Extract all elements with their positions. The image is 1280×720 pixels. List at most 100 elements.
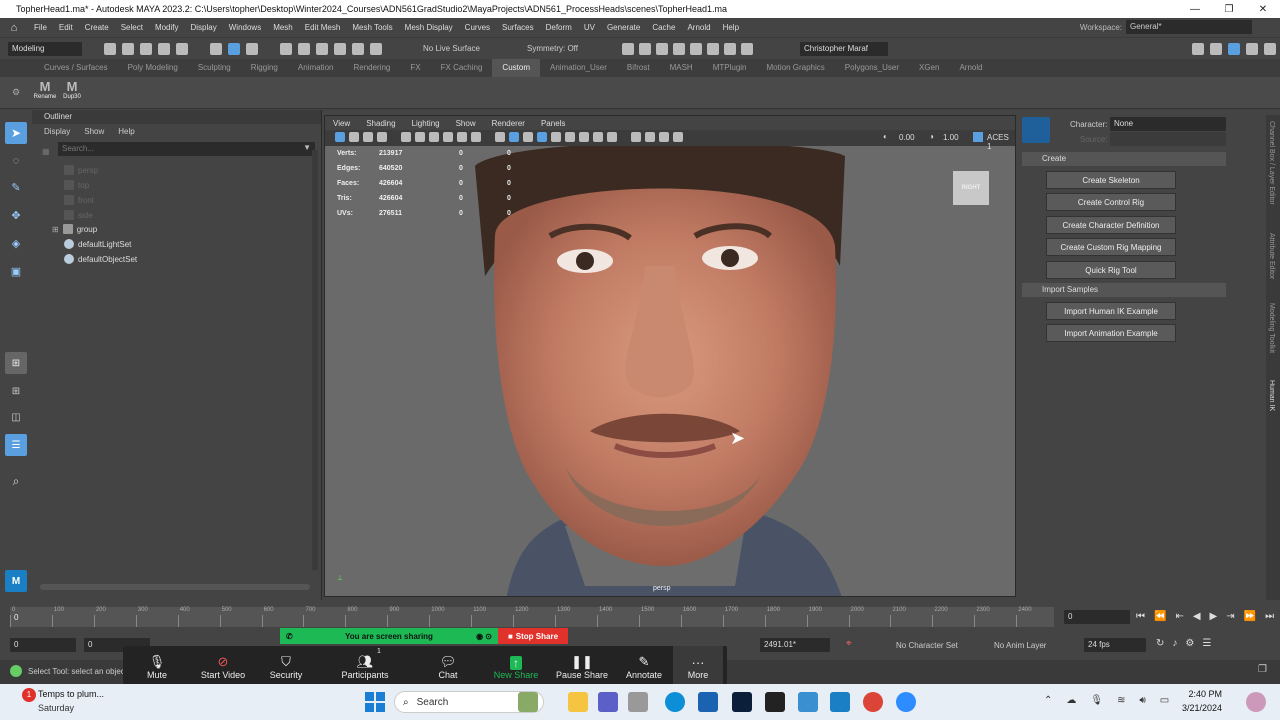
character-dropdown[interactable]: None — [1110, 117, 1226, 131]
clock-time[interactable]: 2:40 PM — [1182, 689, 1222, 699]
character-set-dropdown[interactable]: No Character Set — [896, 641, 958, 650]
outliner-item-side[interactable]: side — [64, 210, 93, 220]
wireframe-icon[interactable] — [495, 132, 505, 142]
step-back-key-icon[interactable]: ⏪ — [1154, 611, 1166, 622]
go-to-start-icon[interactable]: ⏮ — [1136, 611, 1145, 622]
select-hierarchy-icon[interactable] — [210, 43, 222, 55]
outliner-menu-display[interactable]: Display — [44, 124, 70, 140]
ipr-render-icon[interactable] — [639, 43, 651, 55]
arnold-render-icon[interactable] — [707, 43, 719, 55]
chrome-icon[interactable] — [863, 692, 883, 712]
shelf-tab[interactable]: Sculpting — [188, 59, 241, 77]
import-human-ik-example-button[interactable]: Import Human IK Example — [1046, 302, 1176, 320]
shelf-tab[interactable]: FX — [400, 59, 430, 77]
stop-share-button[interactable]: ■ Stop Share — [498, 628, 568, 644]
import-samples-section-header[interactable]: Import Samples — [1022, 283, 1226, 297]
tool-settings-icon[interactable] — [1246, 43, 1258, 55]
close-button[interactable]: ✕ — [1246, 0, 1280, 18]
weather-title[interactable]: Temps to plum... — [38, 689, 104, 699]
hypershade-icon[interactable] — [673, 43, 685, 55]
create-custom-rig-mapping-button[interactable]: Create Custom Rig Mapping — [1046, 238, 1176, 256]
anti-aliasing-icon[interactable] — [607, 132, 617, 142]
store-icon[interactable] — [798, 692, 818, 712]
home-icon[interactable]: ⌂ — [6, 22, 22, 34]
file-explorer-icon[interactable] — [568, 692, 588, 712]
shelf-tab[interactable]: Motion Graphics — [757, 59, 835, 77]
shelf-tab[interactable]: MTPlugin — [703, 59, 757, 77]
create-section-header[interactable]: Create — [1022, 152, 1226, 166]
outliner-item-defaultlightset[interactable]: defaultLightSet — [64, 239, 131, 249]
two-pane-layout-button[interactable]: ◫ — [5, 406, 27, 428]
shelf-tab[interactable]: Rigging — [241, 59, 288, 77]
outliner-item-top[interactable]: top — [64, 180, 89, 190]
source-dropdown[interactable] — [1110, 132, 1226, 146]
viewport-menu-view[interactable]: View — [333, 119, 350, 128]
single-pane-layout-button[interactable]: ⊞ — [5, 352, 27, 374]
more-button[interactable]: ··· More — [673, 646, 723, 684]
clock-date[interactable]: 3/21/2024 — [1172, 703, 1222, 713]
user-icon[interactable] — [1264, 43, 1276, 55]
gate-mask-icon[interactable] — [443, 132, 453, 142]
shelf-tab[interactable]: Rendering — [343, 59, 400, 77]
outliner-vertical-scrollbar[interactable] — [312, 150, 318, 570]
chevron-down-icon[interactable]: ▼ — [303, 143, 311, 152]
menu-file[interactable]: File — [28, 23, 53, 32]
step-back-frame-icon[interactable]: ⇤ — [1175, 611, 1183, 622]
wifi-icon[interactable]: ≋ — [1117, 695, 1125, 706]
snap-view-icon[interactable] — [334, 43, 346, 55]
menu-mesh-display[interactable]: Mesh Display — [399, 23, 459, 32]
menu-modify[interactable]: Modify — [149, 23, 185, 32]
render-view-icon[interactable] — [690, 43, 702, 55]
dup30-shelf-button[interactable]: M Dup30 — [59, 80, 85, 101]
render-settings-icon[interactable] — [656, 43, 668, 55]
menu-surfaces[interactable]: Surfaces — [496, 23, 540, 32]
ambient-occlusion-icon[interactable] — [579, 132, 589, 142]
open-scene-icon[interactable] — [122, 43, 134, 55]
xray-joints-icon[interactable] — [659, 132, 669, 142]
outliner-layout-button[interactable]: ☰ — [5, 434, 27, 456]
resolution-gate-icon[interactable] — [429, 132, 439, 142]
select-tool-button[interactable]: ➤ — [5, 122, 27, 144]
task-view-icon[interactable] — [628, 692, 648, 712]
auto-key-icon[interactable]: ⌖ — [846, 638, 852, 649]
play-backward-icon[interactable]: ◀ — [1193, 611, 1201, 622]
copilot-icon[interactable] — [1246, 692, 1266, 712]
menu-display[interactable]: Display — [185, 23, 223, 32]
zoom-icon[interactable] — [896, 692, 916, 712]
move-tool-button[interactable]: ✥ — [5, 204, 27, 226]
filter-icon[interactable]: ▦ — [42, 147, 50, 156]
menu-generate[interactable]: Generate — [601, 23, 646, 32]
undo-icon[interactable] — [158, 43, 170, 55]
create-skeleton-button[interactable]: Create Skeleton — [1046, 171, 1176, 189]
menu-deform[interactable]: Deform — [540, 23, 578, 32]
chat-button[interactable]: 💬︎ Chat — [413, 646, 483, 684]
create-control-rig-button[interactable]: Create Control Rig — [1046, 193, 1176, 211]
menu-windows[interactable]: Windows — [223, 23, 267, 32]
outliner-item-group[interactable]: ⊞ group — [52, 224, 97, 234]
color-space-value[interactable]: ACES 1 — [987, 133, 1015, 151]
wireframe-on-shaded-icon[interactable] — [523, 132, 533, 142]
bookmark-icon[interactable] — [363, 132, 373, 142]
search-highlight-icon[interactable] — [518, 692, 538, 712]
exposure-icon[interactable]: ◐ — [883, 132, 888, 141]
field-chart-icon[interactable] — [457, 132, 467, 142]
workspace-dropdown[interactable]: General* — [1126, 20, 1252, 34]
step-forward-frame-icon[interactable]: ⇥ — [1226, 611, 1234, 622]
pause-icon[interactable] — [741, 43, 753, 55]
shelf-tab[interactable]: Animation — [288, 59, 344, 77]
shelf-tab-custom[interactable]: Custom — [492, 59, 540, 77]
snap-point-icon[interactable] — [316, 43, 328, 55]
smooth-shade-icon[interactable] — [509, 132, 519, 142]
battery-icon[interactable]: ▭ — [1160, 695, 1169, 706]
pause-share-button[interactable]: ❚❚ Pause Share — [549, 646, 615, 684]
expand-icon[interactable]: ⊞ — [52, 225, 59, 234]
outliner-item-front[interactable]: front — [64, 195, 94, 205]
participants-button[interactable]: 👥︎ 1 Participants — [317, 646, 413, 684]
volume-icon[interactable]: 🔊︎ — [1139, 695, 1145, 706]
outlook-icon[interactable] — [698, 692, 718, 712]
motion-blur-icon[interactable] — [593, 132, 603, 142]
annotate-button[interactable]: ✎ Annotate — [615, 646, 673, 684]
start-video-button[interactable]: ⊘ Start Video — [191, 646, 255, 684]
shelf-tab[interactable]: Animation_User — [540, 59, 617, 77]
menu-select[interactable]: Select — [115, 23, 149, 32]
